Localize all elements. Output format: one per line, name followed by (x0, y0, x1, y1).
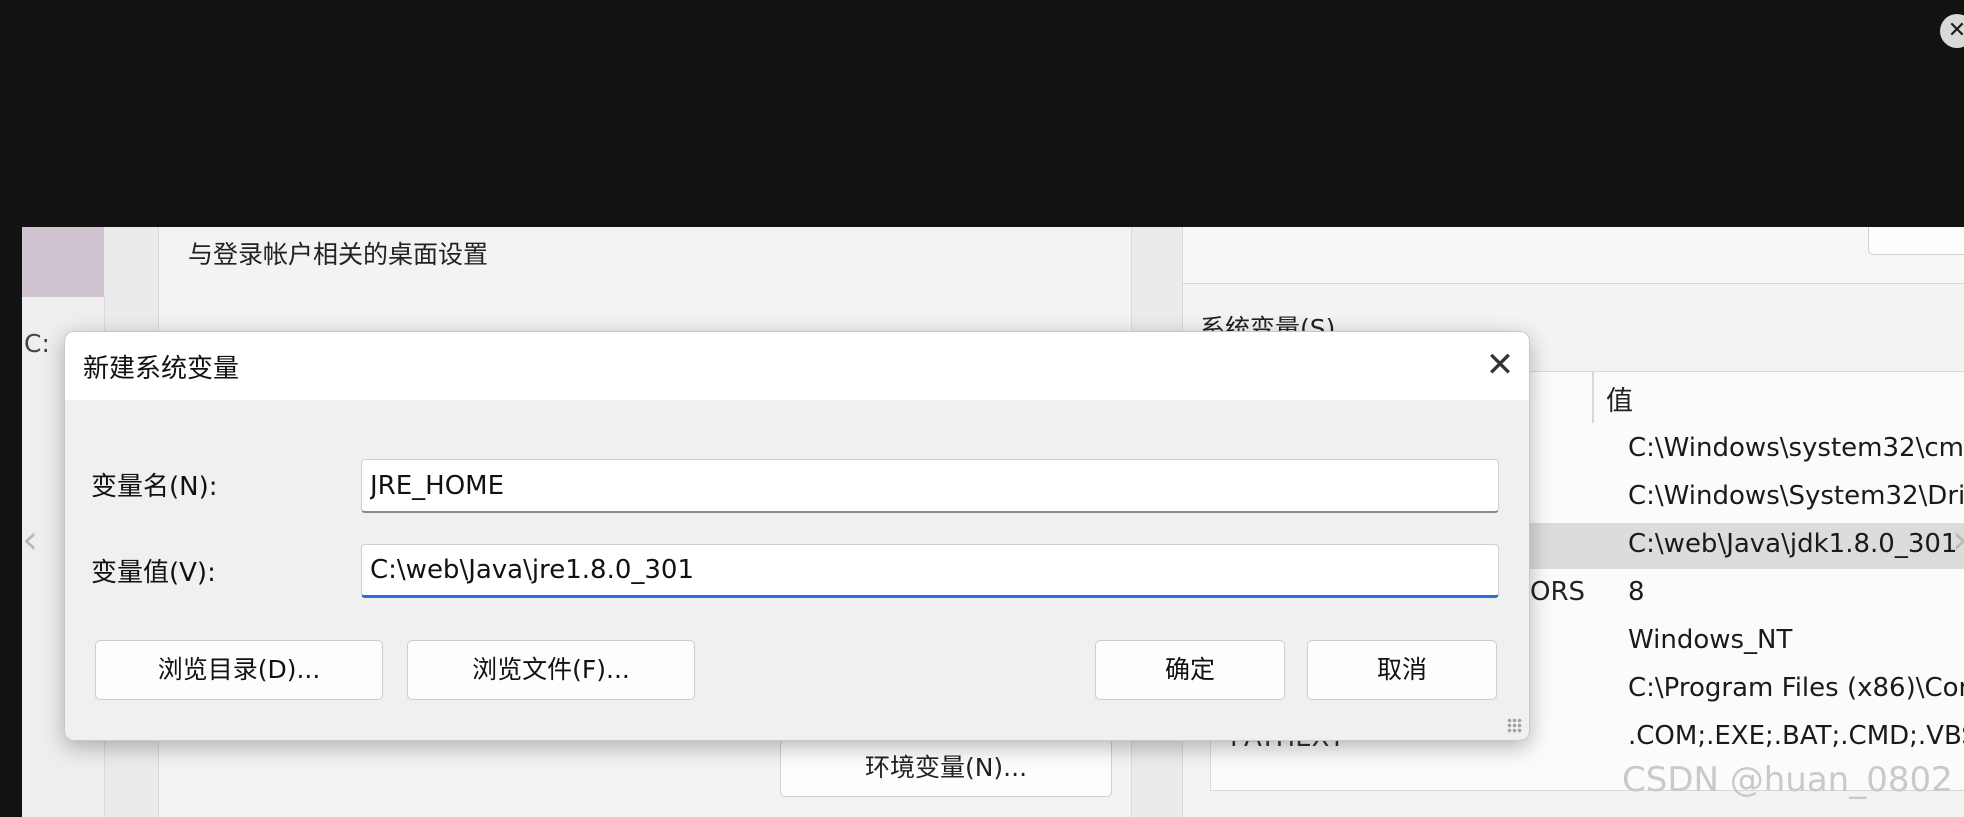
drive-label: C: (24, 329, 50, 358)
column-value-header: 值 (1606, 386, 1633, 417)
close-icon[interactable]: ✕ (1473, 338, 1527, 392)
left-thumb-strip (22, 227, 104, 297)
system-var-value[interactable]: C:\Windows\System32\Drive (1628, 481, 1964, 511)
variable-name-label: 变量名(N): (91, 472, 218, 502)
chevron-left-icon[interactable]: ‹ (22, 517, 38, 563)
env-vars-button[interactable]: 环境变量(N)... (780, 739, 1112, 797)
system-var-value[interactable]: 8 (1628, 577, 1645, 607)
browse-file-button[interactable]: 浏览文件(F)... (407, 640, 695, 700)
system-var-value[interactable]: C:\web\Java\jdk1.8.0_301 (1628, 529, 1957, 559)
system-var-value[interactable]: C:\Windows\system32\cmd (1628, 433, 1964, 463)
system-var-value[interactable]: Windows_NT (1628, 625, 1792, 655)
ok-button[interactable]: 确定 (1095, 640, 1285, 700)
desktop-settings-text: 与登录帐户相关的桌面设置 (188, 240, 489, 269)
watermark: CSDN @huan_0802 (1622, 760, 1953, 800)
dialog-titlebar: 新建系统变量 ✕ (65, 332, 1529, 400)
chevron-right-icon[interactable]: › (1952, 517, 1964, 563)
browse-directory-button[interactable]: 浏览目录(D)... (95, 640, 383, 700)
resize-grip-icon[interactable] (1507, 718, 1523, 734)
system-var-name-partial[interactable]: ORS (1530, 577, 1585, 607)
variable-name-input[interactable] (361, 459, 1499, 513)
dialog-title: 新建系统变量 (83, 354, 240, 384)
new-system-variable-dialog: 新建系统变量 ✕ 变量名(N): 变量值(V): 浏览目录(D)... 浏览文件… (64, 331, 1530, 741)
user-vars-box (1182, 227, 1964, 284)
column-divider (1592, 371, 1594, 423)
variable-value-label: 变量值(V): (91, 558, 216, 588)
system-var-value[interactable]: .COM;.EXE;.BAT;.CMD;.VBS;. (1628, 721, 1964, 751)
cancel-button[interactable]: 取消 (1307, 640, 1497, 700)
variable-value-input[interactable] (361, 544, 1499, 598)
user-vars-partial-button[interactable] (1868, 227, 1964, 255)
overlay-close-icon[interactable]: ✕ (1940, 14, 1964, 48)
system-var-value[interactable]: C:\Program Files (x86)\Com (1628, 673, 1964, 703)
